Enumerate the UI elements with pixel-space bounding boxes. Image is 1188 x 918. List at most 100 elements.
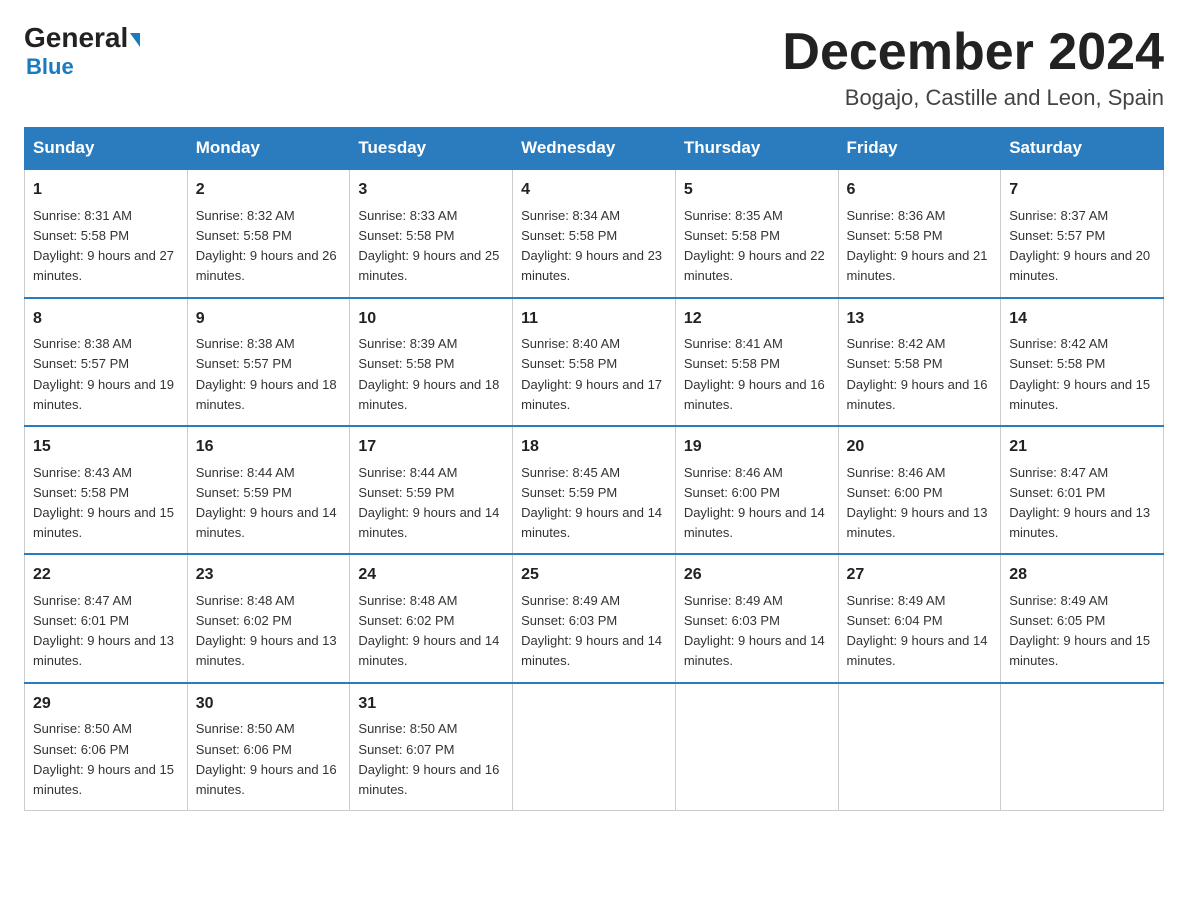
page-header: General Blue December 2024 Bogajo, Casti… <box>24 24 1164 111</box>
table-row: 20Sunrise: 8:46 AMSunset: 6:00 PMDayligh… <box>838 426 1001 554</box>
col-thursday: Thursday <box>675 128 838 170</box>
calendar-week-row: 1 Sunrise: 8:31 AMSunset: 5:58 PMDaylight… <box>25 169 1164 297</box>
day-number: 8 <box>33 307 179 332</box>
table-row: 21Sunrise: 8:47 AMSunset: 6:01 PMDayligh… <box>1001 426 1164 554</box>
day-info: Sunrise: 8:32 AMSunset: 5:58 PMDaylight:… <box>196 206 342 287</box>
day-info: Sunrise: 8:50 AMSunset: 6:06 PMDaylight:… <box>196 719 342 800</box>
table-row: 2 Sunrise: 8:32 AMSunset: 5:58 PMDaylight… <box>187 169 350 297</box>
day-number: 22 <box>33 563 179 588</box>
day-info: Sunrise: 8:44 AMSunset: 5:59 PMDaylight:… <box>196 463 342 544</box>
table-row: 26Sunrise: 8:49 AMSunset: 6:03 PMDayligh… <box>675 554 838 682</box>
day-number: 21 <box>1009 435 1155 460</box>
day-info: Sunrise: 8:34 AMSunset: 5:58 PMDaylight:… <box>521 206 667 287</box>
day-number: 19 <box>684 435 830 460</box>
col-sunday: Sunday <box>25 128 188 170</box>
day-number: 4 <box>521 178 667 203</box>
day-info: Sunrise: 8:40 AMSunset: 5:58 PMDaylight:… <box>521 334 667 415</box>
col-friday: Friday <box>838 128 1001 170</box>
location-subtitle: Bogajo, Castille and Leon, Spain <box>782 85 1164 111</box>
day-number: 27 <box>847 563 993 588</box>
day-number: 23 <box>196 563 342 588</box>
table-row: 22Sunrise: 8:47 AMSunset: 6:01 PMDayligh… <box>25 554 188 682</box>
table-row: 1 Sunrise: 8:31 AMSunset: 5:58 PMDaylight… <box>25 169 188 297</box>
table-row: 4 Sunrise: 8:34 AMSunset: 5:58 PMDaylight… <box>513 169 676 297</box>
day-info: Sunrise: 8:41 AMSunset: 5:58 PMDaylight:… <box>684 334 830 415</box>
col-saturday: Saturday <box>1001 128 1164 170</box>
table-row <box>513 683 676 811</box>
logo-general: General <box>24 24 140 52</box>
day-number: 13 <box>847 307 993 332</box>
day-info: Sunrise: 8:49 AMSunset: 6:03 PMDaylight:… <box>684 591 830 672</box>
day-info: Sunrise: 8:33 AMSunset: 5:58 PMDaylight:… <box>358 206 504 287</box>
day-info: Sunrise: 8:38 AMSunset: 5:57 PMDaylight:… <box>33 334 179 415</box>
day-info: Sunrise: 8:36 AMSunset: 5:58 PMDaylight:… <box>847 206 993 287</box>
title-block: December 2024 Bogajo, Castille and Leon,… <box>782 24 1164 111</box>
day-number: 11 <box>521 307 667 332</box>
table-row: 13Sunrise: 8:42 AMSunset: 5:58 PMDayligh… <box>838 298 1001 426</box>
day-number: 14 <box>1009 307 1155 332</box>
table-row <box>838 683 1001 811</box>
day-number: 1 <box>33 178 179 203</box>
day-info: Sunrise: 8:44 AMSunset: 5:59 PMDaylight:… <box>358 463 504 544</box>
day-number: 25 <box>521 563 667 588</box>
table-row: 23 Sunrise: 8:48 AMSunset: 6:02 PMDayligh… <box>187 554 350 682</box>
day-info: Sunrise: 8:45 AMSunset: 5:59 PMDaylight:… <box>521 463 667 544</box>
day-number: 17 <box>358 435 504 460</box>
day-info: Sunrise: 8:48 AMSunset: 6:02 PMDaylight:… <box>358 591 504 672</box>
table-row: 7 Sunrise: 8:37 AMSunset: 5:57 PMDaylight… <box>1001 169 1164 297</box>
table-row <box>675 683 838 811</box>
day-info: Sunrise: 8:49 AMSunset: 6:05 PMDaylight:… <box>1009 591 1155 672</box>
table-row <box>1001 683 1164 811</box>
calendar-week-row: 15Sunrise: 8:43 AMSunset: 5:58 PMDayligh… <box>25 426 1164 554</box>
table-row: 16 Sunrise: 8:44 AMSunset: 5:59 PMDayligh… <box>187 426 350 554</box>
day-info: Sunrise: 8:48 AMSunset: 6:02 PMDaylight:… <box>196 591 342 672</box>
day-info: Sunrise: 8:38 AMSunset: 5:57 PMDaylight:… <box>196 334 342 415</box>
day-number: 9 <box>196 307 342 332</box>
logo-blue: Blue <box>24 54 74 80</box>
table-row: 25 Sunrise: 8:49 AMSunset: 6:03 PMDayligh… <box>513 554 676 682</box>
month-year-title: December 2024 <box>782 24 1164 81</box>
day-number: 5 <box>684 178 830 203</box>
day-number: 10 <box>358 307 504 332</box>
logo-triangle-icon <box>130 33 140 47</box>
day-info: Sunrise: 8:31 AMSunset: 5:58 PMDaylight:… <box>33 206 179 287</box>
day-number: 18 <box>521 435 667 460</box>
table-row: 6 Sunrise: 8:36 AMSunset: 5:58 PMDaylight… <box>838 169 1001 297</box>
day-number: 7 <box>1009 178 1155 203</box>
day-info: Sunrise: 8:35 AMSunset: 5:58 PMDaylight:… <box>684 206 830 287</box>
calendar-week-row: 29Sunrise: 8:50 AMSunset: 6:06 PMDayligh… <box>25 683 1164 811</box>
table-row: 11Sunrise: 8:40 AMSunset: 5:58 PMDayligh… <box>513 298 676 426</box>
day-number: 31 <box>358 692 504 717</box>
table-row: 31Sunrise: 8:50 AMSunset: 6:07 PMDayligh… <box>350 683 513 811</box>
day-info: Sunrise: 8:42 AMSunset: 5:58 PMDaylight:… <box>1009 334 1155 415</box>
calendar-week-row: 8Sunrise: 8:38 AMSunset: 5:57 PMDaylight… <box>25 298 1164 426</box>
day-info: Sunrise: 8:39 AMSunset: 5:58 PMDaylight:… <box>358 334 504 415</box>
table-row: 5 Sunrise: 8:35 AMSunset: 5:58 PMDaylight… <box>675 169 838 297</box>
table-row: 17 Sunrise: 8:44 AMSunset: 5:59 PMDayligh… <box>350 426 513 554</box>
day-info: Sunrise: 8:46 AMSunset: 6:00 PMDaylight:… <box>684 463 830 544</box>
day-info: Sunrise: 8:37 AMSunset: 5:57 PMDaylight:… <box>1009 206 1155 287</box>
table-row: 14Sunrise: 8:42 AMSunset: 5:58 PMDayligh… <box>1001 298 1164 426</box>
day-number: 24 <box>358 563 504 588</box>
calendar-header-row: Sunday Monday Tuesday Wednesday Thursday… <box>25 128 1164 170</box>
day-number: 2 <box>196 178 342 203</box>
day-info: Sunrise: 8:50 AMSunset: 6:07 PMDaylight:… <box>358 719 504 800</box>
day-info: Sunrise: 8:46 AMSunset: 6:00 PMDaylight:… <box>847 463 993 544</box>
day-info: Sunrise: 8:49 AMSunset: 6:03 PMDaylight:… <box>521 591 667 672</box>
calendar-table: Sunday Monday Tuesday Wednesday Thursday… <box>24 127 1164 811</box>
day-number: 6 <box>847 178 993 203</box>
day-info: Sunrise: 8:42 AMSunset: 5:58 PMDaylight:… <box>847 334 993 415</box>
table-row: 28Sunrise: 8:49 AMSunset: 6:05 PMDayligh… <box>1001 554 1164 682</box>
day-number: 29 <box>33 692 179 717</box>
day-info: Sunrise: 8:50 AMSunset: 6:06 PMDaylight:… <box>33 719 179 800</box>
table-row: 12Sunrise: 8:41 AMSunset: 5:58 PMDayligh… <box>675 298 838 426</box>
table-row: 15Sunrise: 8:43 AMSunset: 5:58 PMDayligh… <box>25 426 188 554</box>
table-row: 9Sunrise: 8:38 AMSunset: 5:57 PMDaylight… <box>187 298 350 426</box>
day-info: Sunrise: 8:43 AMSunset: 5:58 PMDaylight:… <box>33 463 179 544</box>
table-row: 10Sunrise: 8:39 AMSunset: 5:58 PMDayligh… <box>350 298 513 426</box>
logo: General Blue <box>24 24 140 80</box>
calendar-week-row: 22Sunrise: 8:47 AMSunset: 6:01 PMDayligh… <box>25 554 1164 682</box>
col-tuesday: Tuesday <box>350 128 513 170</box>
day-info: Sunrise: 8:49 AMSunset: 6:04 PMDaylight:… <box>847 591 993 672</box>
day-number: 16 <box>196 435 342 460</box>
